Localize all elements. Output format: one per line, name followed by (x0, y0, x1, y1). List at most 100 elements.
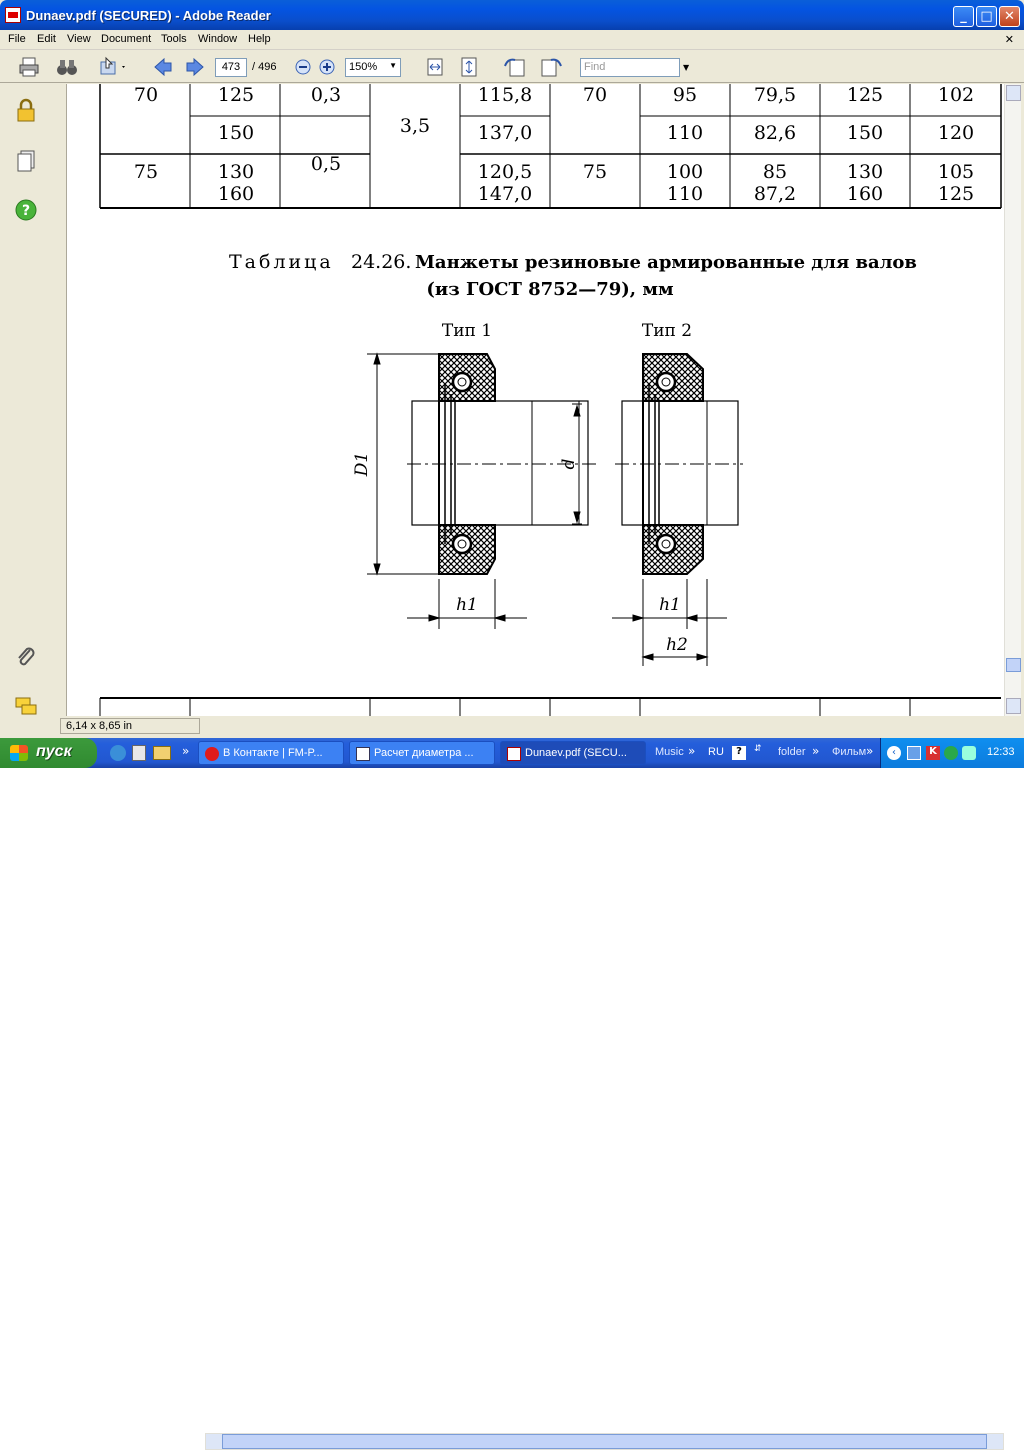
zoom-out-icon[interactable] (294, 58, 312, 76)
tray-expand-icon[interactable]: ‹ (887, 746, 901, 760)
zoom-in-icon[interactable] (318, 58, 336, 76)
table-cell: 82,6 (754, 122, 796, 144)
menu-window[interactable]: Window (198, 33, 237, 45)
table-cell: 137,0 (478, 122, 532, 144)
task-dunaev-pdf[interactable]: Dunaev.pdf (SECU... (500, 741, 646, 765)
toolbar-folder[interactable]: folder (778, 746, 806, 758)
task-label: В Контакте | FM-P... (223, 747, 323, 759)
table-cell: 160 (847, 183, 883, 205)
folder-icon[interactable] (153, 746, 171, 760)
maximize-button[interactable]: □ (976, 6, 997, 27)
toolbar: 473 / 496 150% ▼ Find ▼ (0, 51, 1024, 83)
task-vkontakte[interactable]: В Контакте | FM-P... (198, 741, 344, 765)
attachment-paperclip-icon[interactable] (13, 644, 39, 670)
adobe-reader-icon (5, 7, 21, 23)
rotate-counterclockwise-icon[interactable] (502, 56, 528, 78)
table-cell: 130 (847, 161, 883, 183)
table-cell: 87,2 (754, 183, 796, 205)
document-close-icon[interactable]: ✕ (1005, 33, 1014, 46)
menu-edit[interactable]: Edit (37, 33, 56, 45)
previous-page-arrow-icon[interactable] (152, 56, 174, 78)
table-cell: 120 (938, 122, 974, 144)
table-cell: 75 (583, 161, 607, 183)
quicklaunch-more-icon[interactable]: » (182, 744, 189, 758)
table-cell: 115,8 (478, 84, 532, 106)
next-table-edge (99, 697, 1001, 716)
table-cell: 3,5 (400, 115, 430, 137)
menu-view[interactable]: View (67, 33, 91, 45)
sort-arrows-icon[interactable]: ⇵ (754, 744, 762, 754)
document-view[interactable]: 70 125 0,3 115,8 70 95 79,5 125 102 150 … (67, 84, 1004, 716)
scroll-down-button[interactable] (1006, 698, 1021, 714)
start-label: пуск (36, 743, 72, 760)
lock-icon[interactable] (13, 98, 39, 124)
label-h1-type1: h1 (456, 595, 478, 615)
toolbar-music[interactable]: Music (655, 746, 684, 758)
scroll-thumb[interactable] (1006, 658, 1021, 672)
page-number-input[interactable]: 473 (215, 58, 247, 77)
pdf-page-content: 70 125 0,3 115,8 70 95 79,5 125 102 150 … (99, 84, 1002, 716)
network-icon[interactable] (907, 746, 921, 760)
fit-width-icon[interactable] (424, 56, 446, 78)
label-d: d (559, 458, 579, 469)
help-icon[interactable]: ? (13, 197, 39, 223)
document-icon[interactable] (132, 745, 146, 761)
table-cell: 95 (673, 84, 697, 106)
scroll-up-button[interactable] (1006, 85, 1021, 101)
menu-file[interactable]: File (8, 33, 26, 45)
type-labels: Тип 1 Тип 2 (442, 321, 692, 341)
label-h1-type2: h1 (659, 595, 681, 615)
rotate-clockwise-icon[interactable] (538, 56, 564, 78)
task-raschet[interactable]: Расчет диаметра ... (349, 741, 495, 765)
horizontal-scrollbar[interactable] (205, 1433, 1004, 1450)
menu-help[interactable]: Help (248, 33, 271, 45)
scroll-right-button[interactable] (987, 1434, 1003, 1449)
globe-icon[interactable] (110, 745, 126, 761)
scroll-left-button[interactable] (206, 1434, 222, 1449)
table-cell: 125 (847, 84, 883, 106)
utorrent-icon[interactable] (944, 746, 958, 760)
caption-number: 24.26. (351, 251, 411, 273)
print-icon[interactable] (18, 56, 40, 78)
task-label: Dunaev.pdf (SECU... (525, 747, 627, 759)
table-cell: 70 (134, 84, 158, 106)
language-indicator[interactable]: RU (708, 746, 724, 758)
find-dropdown-chevron-icon[interactable]: ▼ (683, 63, 689, 72)
table-cell: 150 (218, 122, 254, 144)
seal-type1-drawing (367, 352, 597, 629)
table-cell: 70 (583, 84, 607, 106)
select-tool-dropdown-icon[interactable] (98, 56, 128, 78)
find-input[interactable]: Find (580, 58, 680, 77)
caption-prefix: Таблица (229, 251, 334, 273)
toolbar-more-icon-3[interactable]: » (866, 744, 873, 758)
menu-tools[interactable]: Tools (161, 33, 187, 45)
help-question-icon[interactable]: ? (732, 746, 746, 760)
minimize-button[interactable]: _ (953, 6, 974, 27)
next-page-arrow-icon[interactable] (184, 56, 206, 78)
toolbar-film[interactable]: Фильм (832, 746, 866, 758)
table-cell: 125 (938, 183, 974, 205)
pages-icon[interactable] (13, 148, 39, 174)
clock[interactable]: 12:33 (987, 746, 1015, 758)
horizontal-scroll-thumb[interactable] (222, 1434, 987, 1449)
fit-page-icon[interactable] (458, 56, 480, 78)
table-cell: 0,3 (311, 84, 341, 106)
type2-label: Тип 2 (642, 321, 692, 341)
svg-text:?: ? (22, 203, 30, 219)
antivirus-icon[interactable]: K (926, 746, 940, 760)
toolbar-more-icon-2[interactable]: » (812, 744, 819, 758)
sync-icon[interactable] (962, 746, 976, 760)
zoom-level-value: 150% (349, 61, 378, 73)
label-D1: D1 (352, 452, 372, 477)
start-button[interactable]: пуск (0, 738, 97, 768)
table-cell: 79,5 (754, 84, 796, 106)
close-button[interactable]: ✕ (999, 6, 1020, 27)
table-cell: 100 (667, 161, 703, 183)
table-caption: Таблица 24.26. Манжеты резиновые армиров… (229, 251, 917, 300)
vertical-scrollbar[interactable] (1004, 84, 1021, 716)
zoom-level-select[interactable]: 150% ▼ (345, 58, 401, 77)
toolbar-more-icon[interactable]: » (688, 744, 695, 758)
search-binoculars-icon[interactable] (56, 56, 78, 78)
table-cell: 85 (763, 161, 787, 183)
menu-document[interactable]: Document (101, 33, 151, 45)
